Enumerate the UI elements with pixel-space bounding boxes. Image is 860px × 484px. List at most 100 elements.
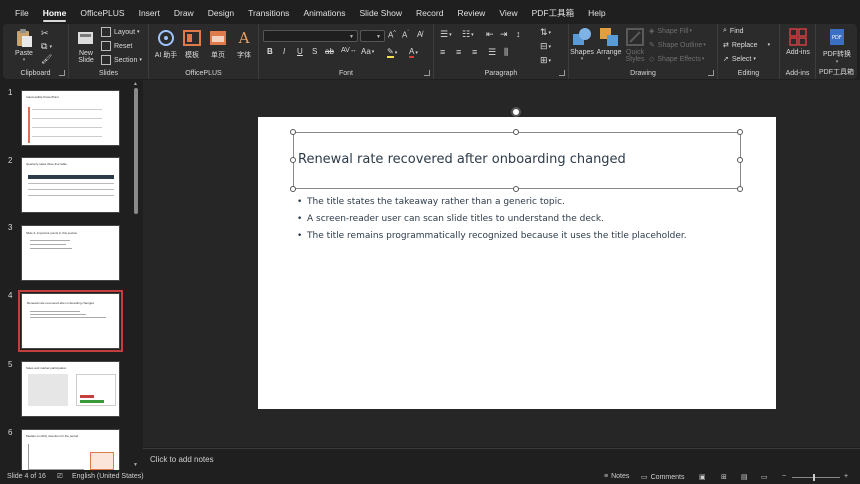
menu-design[interactable]: Design [201,0,241,24]
font-color-button[interactable]: A ▾ [409,47,418,58]
menu-insert[interactable]: Insert [132,0,167,24]
resize-handle[interactable] [737,186,743,192]
font-size-select[interactable]: ▼ [360,30,385,42]
menu-slide-show[interactable]: Slide Show [353,0,410,24]
text-shadow-button[interactable]: S [312,47,317,56]
decrease-indent-button[interactable]: ⇤ [486,29,494,40]
menu-record[interactable]: Record [409,0,450,24]
section-button[interactable]: Section ▾ [101,55,142,65]
shapes-button[interactable]: Shapes ▾ [569,27,595,62]
slide-thumbnail-4[interactable]: Renewal rate recovered after onboarding … [18,290,123,352]
thumbnail-scrollbar-thumb[interactable] [134,88,138,214]
change-case-button[interactable]: Aa ▾ [361,47,374,56]
menu-help[interactable]: Help [581,0,612,24]
resize-handle[interactable] [290,129,296,135]
character-spacing-button[interactable]: AV↔ [341,47,357,54]
find-button[interactable]: ⌕ Find [723,27,744,35]
zoom-slider[interactable] [792,477,840,478]
slide-thumbnail-2[interactable]: Quarterly sales three-line table [21,157,120,213]
align-center-button[interactable]: ≡ [456,47,461,57]
decrease-font-size-button[interactable]: Aˇ [402,30,409,40]
slide-thumbnail-6[interactable]: Median monthly retention for the period [21,429,120,470]
resize-handle[interactable] [290,157,296,163]
align-left-button[interactable]: ≡ [440,47,445,57]
notes-toggle-button[interactable]: ≡ Notes [604,473,629,480]
underline-button[interactable]: U [297,47,303,56]
shape-outline-button[interactable]: ✎ Shape Outline ▾ [649,41,706,50]
accessibility-icon[interactable]: ⎚ [57,473,63,481]
resize-handle[interactable] [737,157,743,163]
line-spacing-button[interactable]: ↕ [516,29,521,39]
single-page-button[interactable]: 单页 [205,28,231,60]
text-direction-button[interactable]: ⇅ ▾ [540,27,551,38]
align-text-button[interactable]: ⊟ ▾ [540,41,551,52]
bullets-button[interactable]: ☰ ▾ [440,29,452,40]
resize-handle[interactable] [290,186,296,192]
shape-effects-button[interactable]: ◇ Shape Effects ▾ [649,55,704,64]
slide-sorter-button[interactable]: ⊞ [721,473,727,481]
font-launcher-icon[interactable] [424,70,430,76]
slide-title[interactable]: Renewal rate recovered after onboarding … [298,152,626,167]
scroll-up-icon[interactable]: ▲ [133,81,138,87]
paste-button[interactable]: Paste ▾ [9,28,39,63]
quick-styles-button[interactable]: Quick Styles [623,27,647,63]
normal-view-button[interactable]: ▣ [699,473,706,481]
clear-formatting-button[interactable]: A̸ [417,30,422,39]
addins-button[interactable]: Add-ins [783,27,813,56]
layout-button[interactable]: Layout ▾ [101,27,140,37]
italic-button[interactable]: I [283,47,285,56]
strikethrough-button[interactable]: ab [325,47,334,56]
reset-button[interactable]: Reset [101,41,132,51]
menu-pdf[interactable]: PDF工具箱 [525,0,582,24]
menu-review[interactable]: Review [450,0,492,24]
new-slide-button[interactable]: New Slide [73,28,99,64]
font-tool-button[interactable]: A 字体 [231,28,257,60]
language-indicator[interactable]: English (United States) [72,473,144,480]
resize-handle[interactable] [513,186,519,192]
bold-button[interactable]: B [267,47,273,56]
format-painter-button[interactable]: 🖌 [41,54,52,65]
increase-indent-button[interactable]: ⇥ [500,29,508,40]
notes-pane[interactable]: Click to add notes [143,448,860,470]
slideshow-button[interactable]: ▭ [761,473,768,481]
menu-view[interactable]: View [492,0,524,24]
slide-thumbnail-1[interactable]: Inaccessible PowerPoint [21,90,120,146]
replace-button[interactable]: ⇄ Replace ▾ [723,41,770,50]
increase-font-size-button[interactable]: A^ [388,30,396,40]
zoom-slider-thumb[interactable] [813,474,815,481]
zoom-in-button[interactable]: + [844,473,848,480]
slide-thumbnail-3[interactable]: Slide 3: important points in this sectio… [21,225,120,281]
font-name-select[interactable]: ▼ [263,30,358,42]
shape-fill-button[interactable]: ◈ Shape Fill ▾ [649,27,692,36]
pdf-convert-button[interactable]: PDF PDF转换 ▾ [819,27,855,65]
slide-body[interactable]: The title states the takeaway rather tha… [297,196,687,247]
select-button[interactable]: ➚ Select ▾ [723,55,756,64]
highlight-color-button[interactable]: ✎ ▾ [387,47,397,58]
copy-button[interactable]: ⧉ ▾ [41,41,52,52]
cut-button[interactable]: ✂ [41,28,49,39]
align-right-button[interactable]: ≡ [472,47,477,57]
clipboard-launcher-icon[interactable] [59,70,65,76]
menu-transitions[interactable]: Transitions [241,0,296,24]
menu-officeplus[interactable]: OfficePLUS [73,0,131,24]
rotate-handle-icon[interactable] [511,107,521,117]
zoom-out-button[interactable]: − [782,473,786,480]
menu-home[interactable]: Home [36,0,74,24]
arrange-button[interactable]: Arrange ▾ [595,27,623,62]
justify-button[interactable]: ☰ [488,47,496,58]
paragraph-launcher-icon[interactable] [559,70,565,76]
menu-draw[interactable]: Draw [167,0,201,24]
slide-thumbnail-5[interactable]: Sales and market participation [21,361,120,417]
resize-handle[interactable] [737,129,743,135]
numbering-button[interactable]: ☷ ▾ [462,29,474,40]
template-button[interactable]: 模板 [179,28,205,60]
drawing-launcher-icon[interactable] [708,70,714,76]
smartart-button[interactable]: ⊞ ▾ [540,55,551,66]
columns-button[interactable]: ⫼ [504,47,508,58]
resize-handle[interactable] [513,129,519,135]
scroll-down-icon[interactable]: ▼ [133,462,138,468]
comments-toggle-button[interactable]: ▭ Comments [641,473,684,481]
reading-view-button[interactable]: ▤ [741,473,748,481]
menu-file[interactable]: File [8,0,36,24]
ai-assistant-button[interactable]: AI 助手 [153,28,179,60]
